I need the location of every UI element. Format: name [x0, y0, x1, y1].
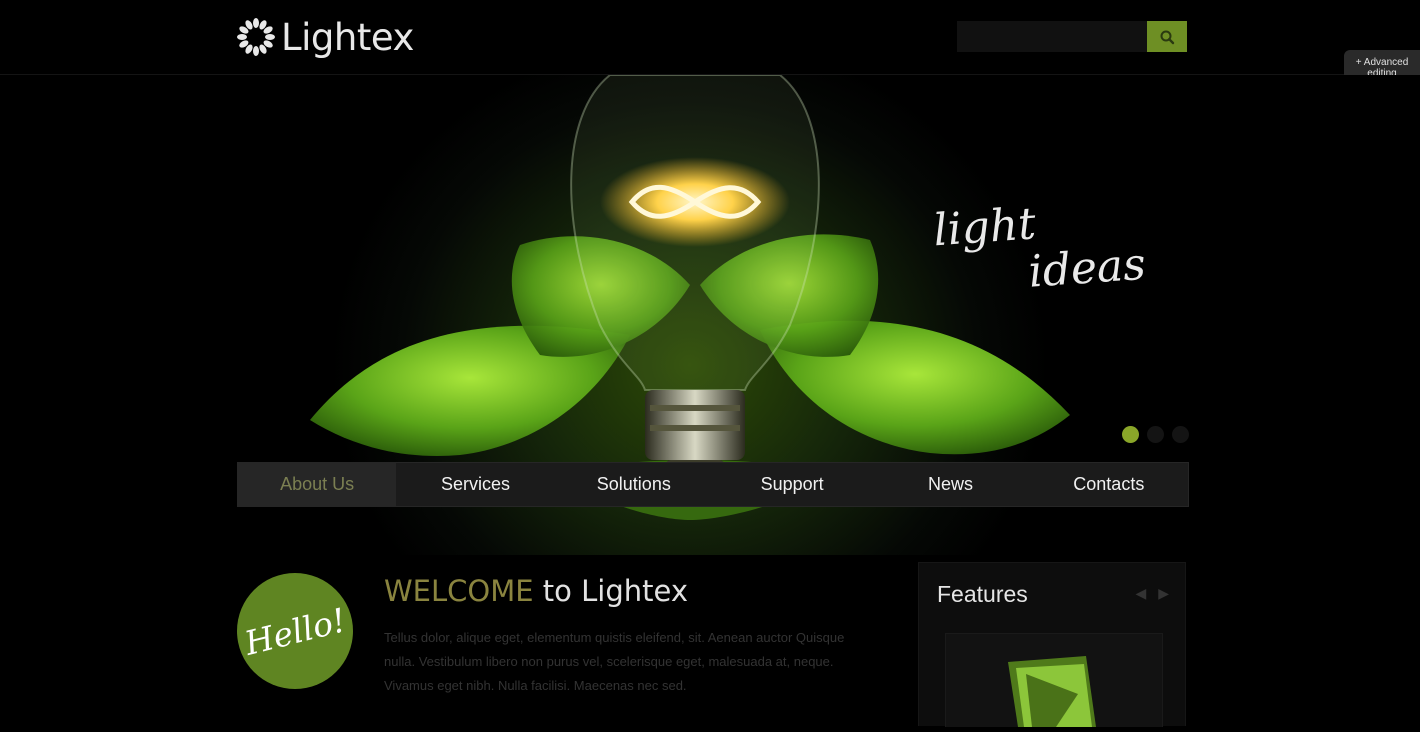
chevron-right-icon[interactable]: ▶ — [1158, 585, 1169, 602]
slider-dot-3[interactable] — [1172, 426, 1189, 443]
welcome-heading: WELCOME to Lightex — [384, 574, 688, 608]
hero-slogan: light ideas — [932, 193, 1147, 303]
search-form — [957, 21, 1187, 52]
nav-item-services[interactable]: Services — [396, 463, 554, 506]
features-panel: Features ◀ ▶ — [918, 562, 1186, 727]
features-title: Features — [937, 581, 1028, 607]
nav-item-support[interactable]: Support — [713, 463, 871, 506]
hello-badge: Hello! — [237, 573, 353, 689]
features-image — [945, 633, 1163, 727]
search-icon — [1160, 30, 1175, 44]
hero-slogan-line1: light — [931, 198, 1038, 257]
nav-item-contacts[interactable]: Contacts — [1030, 463, 1188, 506]
welcome-paragraph: Tellus dolor, alique eget, elementum qui… — [384, 630, 845, 693]
chevron-left-icon[interactable]: ◀ — [1135, 585, 1146, 602]
slider-pagination — [1122, 426, 1189, 443]
slider-dot-1[interactable] — [1122, 426, 1139, 443]
top-bar: Lightex — [0, 0, 1420, 75]
features-carousel-controls: ◀ ▶ — [1135, 585, 1169, 602]
logo-sun-icon — [237, 18, 275, 56]
logo-text: Lightex — [281, 15, 414, 59]
folder-icon — [1008, 656, 1096, 727]
nav-item-solutions[interactable]: Solutions — [555, 463, 713, 506]
site-logo[interactable]: Lightex — [237, 14, 414, 60]
nav-item-about-us[interactable]: About Us — [238, 463, 397, 506]
search-button[interactable] — [1147, 21, 1187, 52]
welcome-rest: to Lightex — [542, 574, 688, 608]
search-input[interactable] — [957, 21, 1147, 52]
main-nav: About Us Services Solutions Support News… — [237, 462, 1189, 507]
nav-item-news[interactable]: News — [871, 463, 1029, 506]
hello-badge-text: Hello! — [240, 599, 350, 663]
slider-dot-2[interactable] — [1147, 426, 1164, 443]
welcome-highlight: WELCOME — [384, 574, 534, 608]
